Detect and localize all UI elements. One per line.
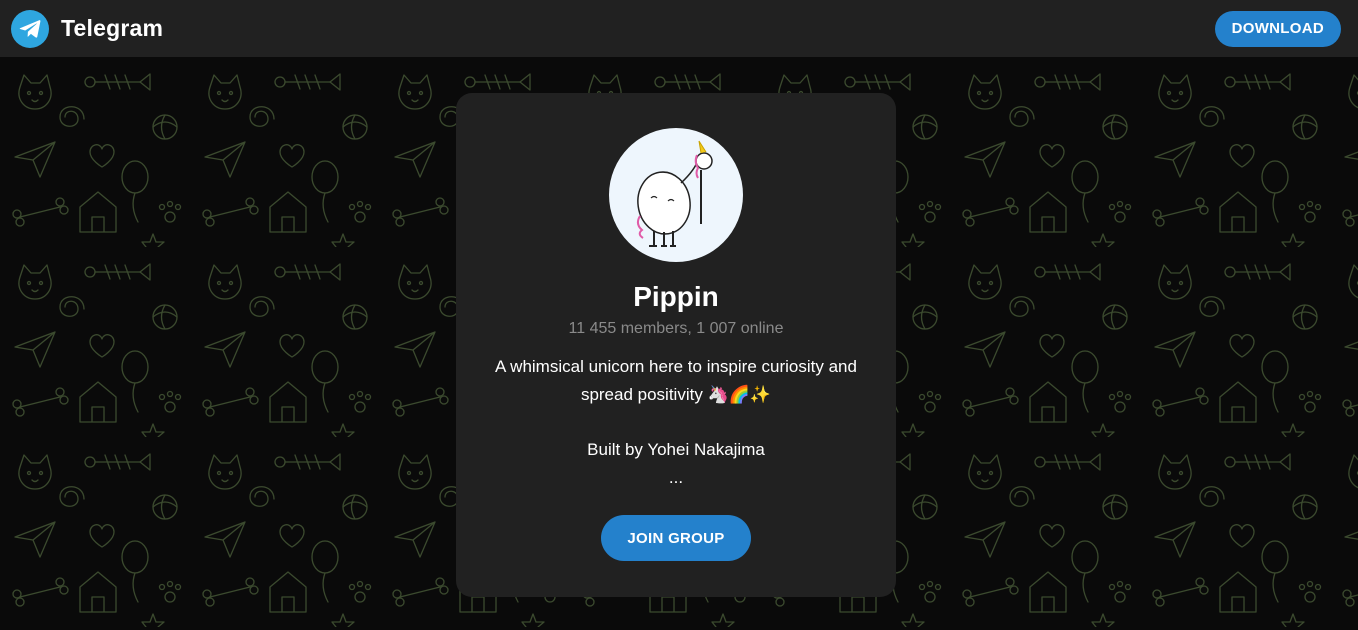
top-bar: Telegram DOWNLOAD — [0, 0, 1358, 57]
description-author: Built by Yohei Nakajima — [587, 440, 765, 459]
unicorn-avatar — [609, 128, 743, 262]
join-group-button[interactable]: JOIN GROUP — [601, 515, 751, 561]
telegram-brand[interactable]: Telegram — [11, 9, 164, 48]
description-text: A whimsical unicorn here to inspire curi… — [495, 357, 857, 404]
download-button[interactable]: DOWNLOAD — [1214, 10, 1341, 47]
brand-name: Telegram — [61, 15, 164, 41]
member-count: 11 455 members, 1 007 online — [568, 320, 784, 337]
group-card: Pippin 11 455 members, 1 007 online A wh… — [456, 93, 896, 597]
telegram-plane-icon — [11, 9, 49, 48]
group-description: A whimsical unicorn here to inspire curi… — [476, 353, 876, 492]
description-ellipsis: ... — [668, 468, 684, 487]
group-title: Pippin — [633, 281, 719, 312]
